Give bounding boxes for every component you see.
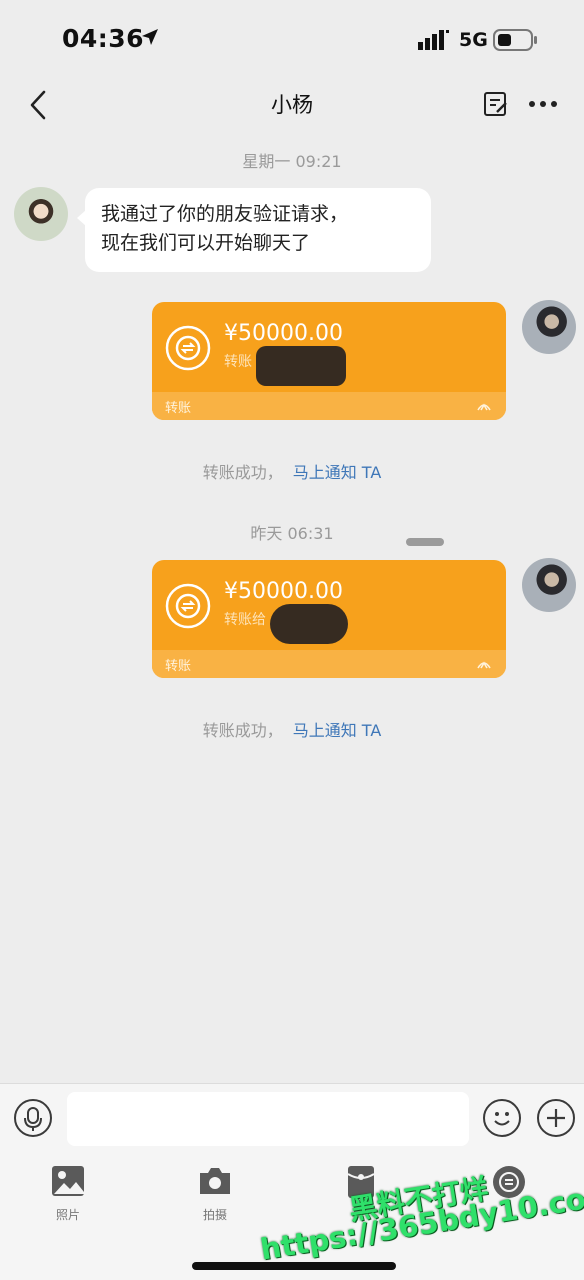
transfer-card[interactable]: ¥50000.00 转账给 转账 [152,560,506,678]
transfer-footer-label: 转账 [165,659,192,674]
toolbar-label: 照片 [55,1208,80,1222]
voice-button[interactable] [14,1099,52,1137]
transfer-footer-label: 转账 [165,401,192,416]
transfer-icon [165,583,211,629]
plus-button[interactable] [537,1099,575,1137]
network-type: 5G [459,29,488,51]
timestamp: 昨天 06:31 [250,524,334,543]
smiley-icon [494,1112,510,1126]
transfer-note: 转账 [224,354,252,370]
signal-icon [418,30,450,54]
transfer-card[interactable]: ¥50000.00 转账 转账 [152,302,506,420]
message-input[interactable] [67,1092,469,1146]
emoji-button[interactable] [483,1099,521,1137]
transfer-icon [493,1166,525,1198]
more-icon [529,101,557,107]
plus-icon [547,1109,565,1127]
toolbar-item-camera[interactable]: 拍摄 [185,1164,245,1223]
microphone-icon [24,1107,42,1131]
transfer-notice: 转账成功， 马上通知 TA [0,459,584,483]
message-line: 我通过了你的朋友验证请求， [101,203,349,225]
my-avatar[interactable] [522,300,576,354]
contact-avatar[interactable] [14,187,68,241]
transfer-icon [165,325,211,371]
my-avatar[interactable] [522,558,576,612]
transfer-note: 转账给 [224,612,266,628]
notice-text: 转账成功， [202,721,283,740]
toolbar-label: 拍摄 [202,1208,227,1222]
timestamp: 星期一 09:21 [242,152,342,171]
photo-icon [52,1166,84,1196]
location-arrow-icon [140,27,160,51]
nav-bar: 小杨 [0,80,584,130]
note-button[interactable] [482,90,510,118]
toolbar-item-transfer[interactable] [479,1164,539,1208]
toolbar-item-red-packet[interactable] [331,1164,391,1208]
status-time: 04:36 [62,24,145,53]
redaction-mark [270,604,348,644]
message-line: 现在我们可以开始聊天了 [101,232,311,254]
note-icon [484,92,507,116]
battery-icon [493,29,539,55]
app-logo-icon [477,661,491,669]
notify-link[interactable]: 马上通知 TA [293,463,382,482]
transfer-footer: 转账 [152,650,506,678]
transfer-amount: ¥50000.00 [224,321,343,346]
notify-link[interactable]: 马上通知 TA [293,721,382,740]
red-packet-icon [347,1166,375,1198]
home-indicator [192,1262,396,1270]
transfer-footer: 转账 [152,392,506,420]
app-logo-icon [477,403,491,411]
toolbar-item-photo[interactable]: 照片 [38,1164,98,1223]
smudge-mark [406,538,444,546]
redaction-mark [256,346,346,386]
transfer-notice: 转账成功， 马上通知 TA [0,717,584,741]
message-bubble[interactable]: 我通过了你的朋友验证请求， 现在我们可以开始聊天了 [77,188,431,272]
transfer-amount: ¥50000.00 [224,579,343,604]
camera-icon [200,1168,230,1194]
notice-text: 转账成功， [202,463,283,482]
status-bar: 04:36 5G [0,0,584,80]
input-area: 照片 拍摄 [0,1083,584,1280]
more-button[interactable] [526,90,560,118]
